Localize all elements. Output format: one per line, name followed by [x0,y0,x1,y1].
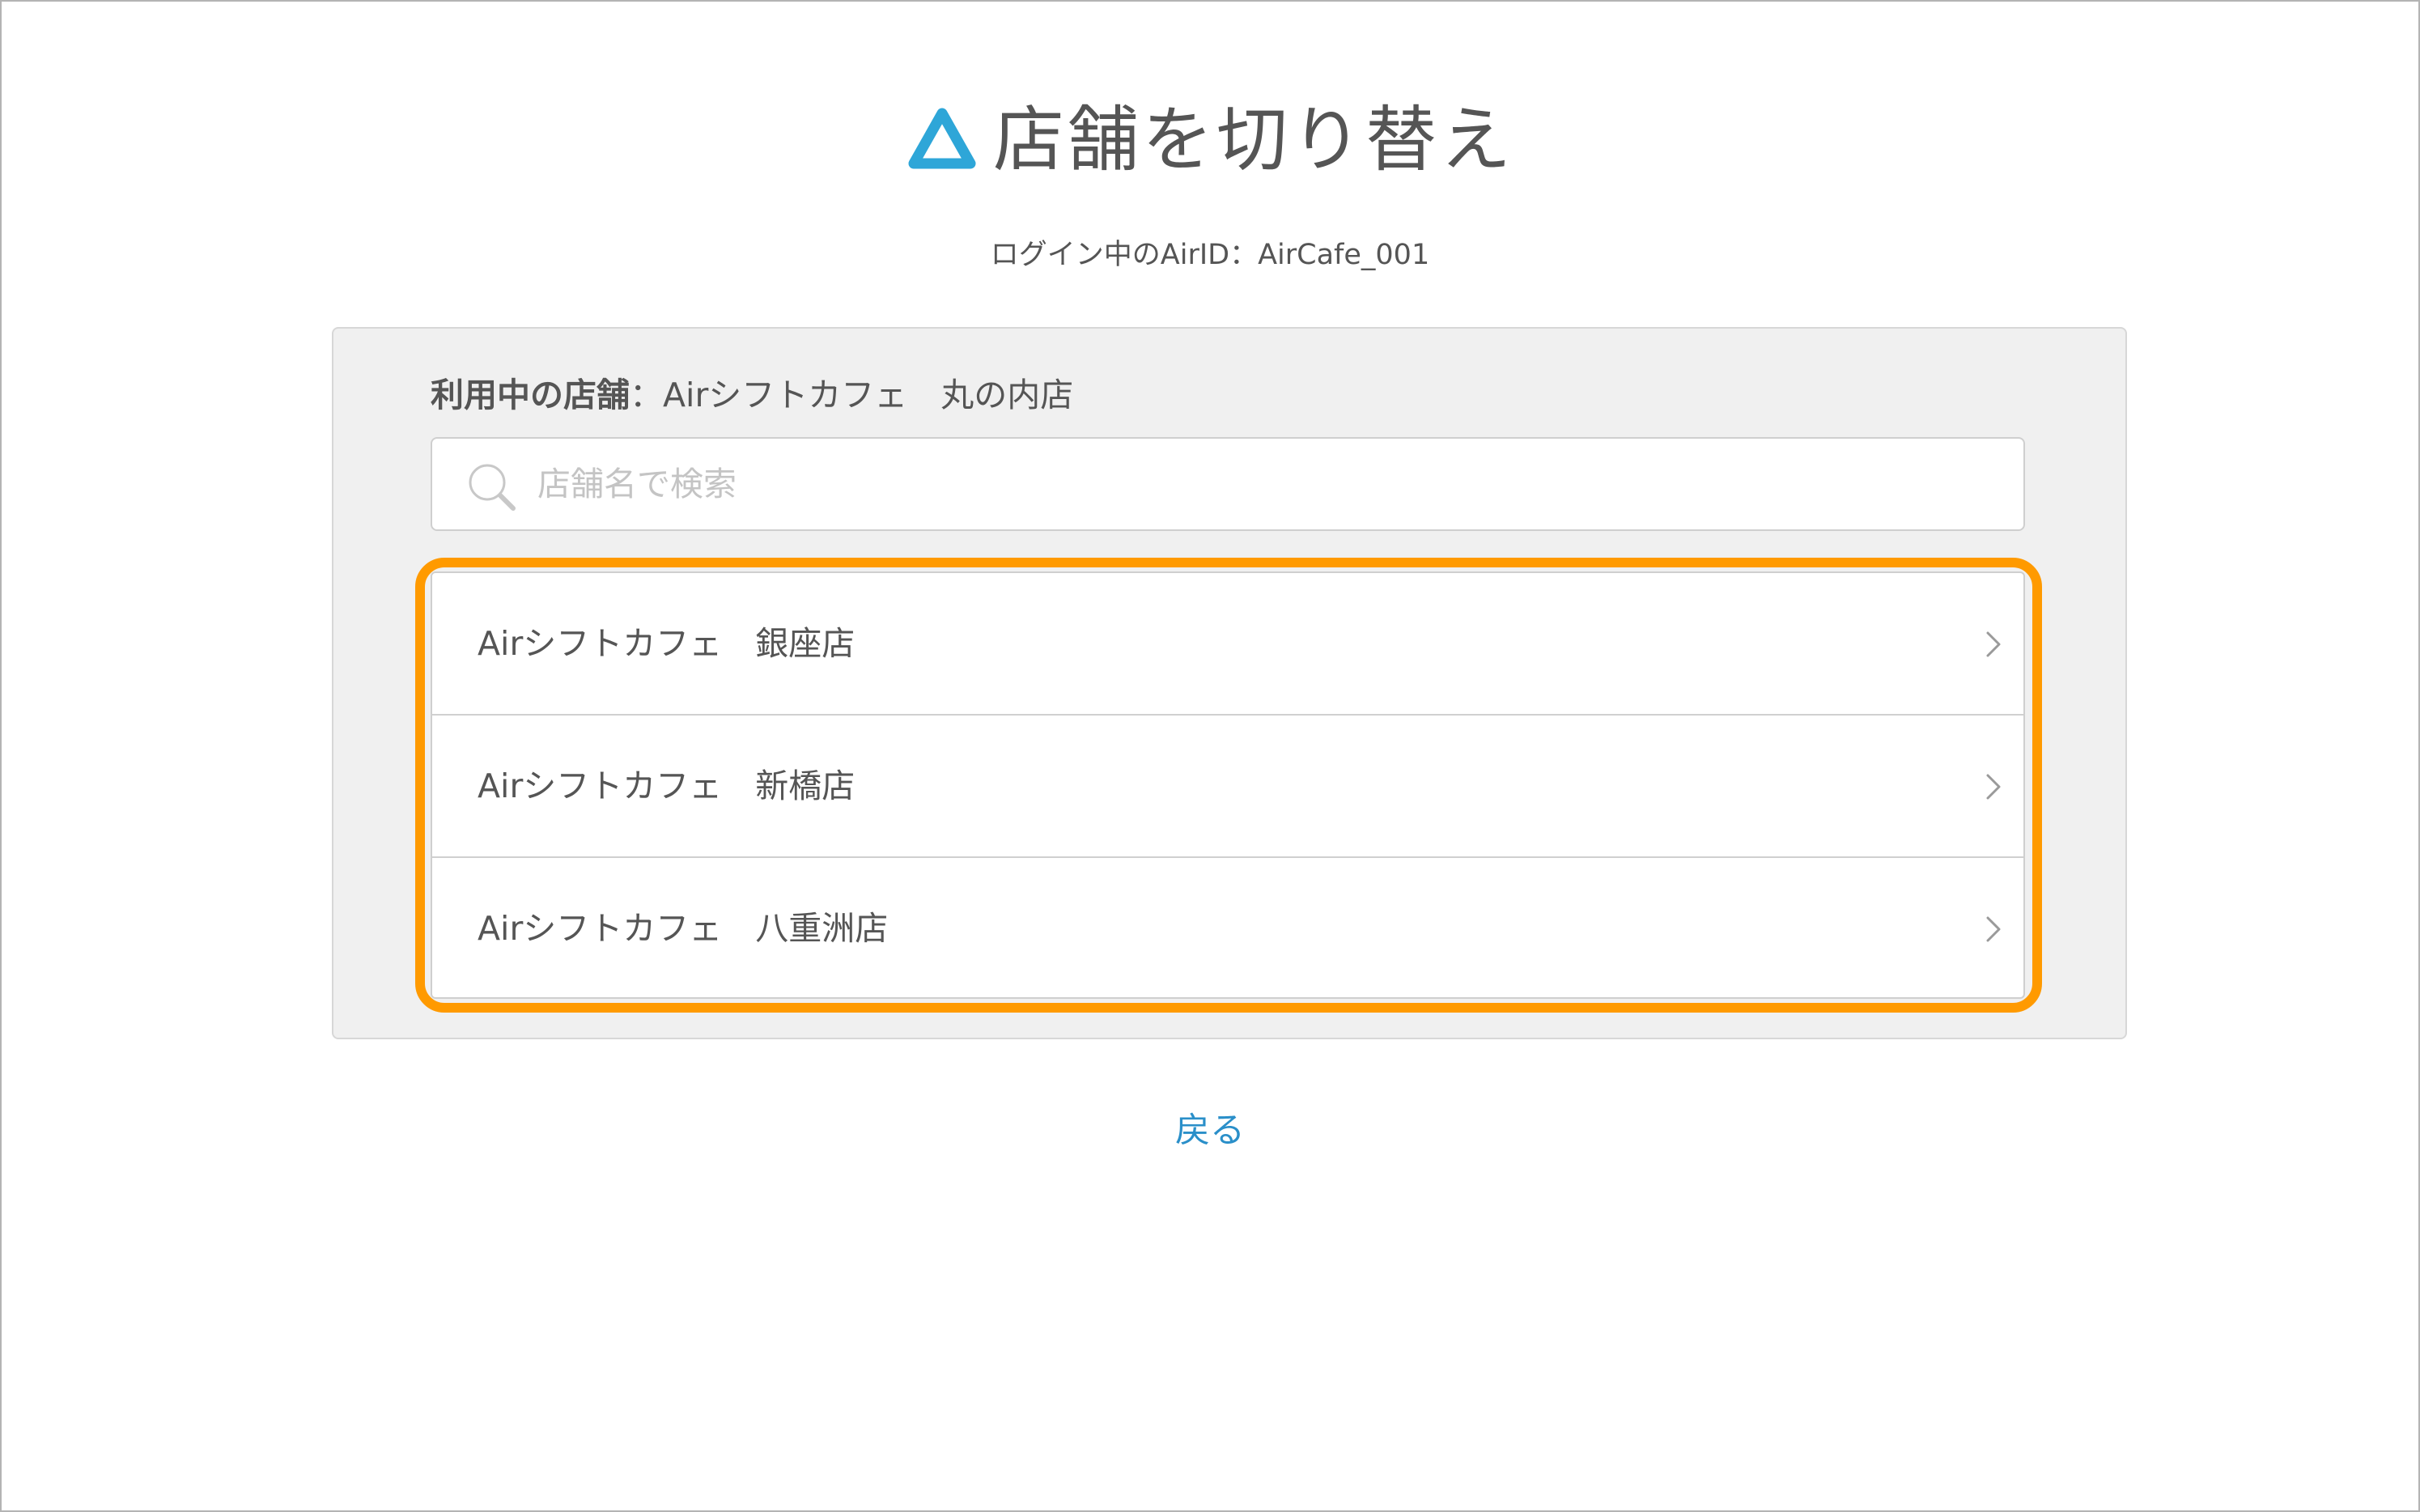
chevron-right-icon [1986,631,2001,657]
store-list: Airシフトカフェ 銀座店 Airシフトカフェ 新橋店 Airシフトカフェ 八重… [431,571,2025,999]
current-store-label: 利用中の店舗 [431,376,630,414]
store-item-label: Airシフトカフェ 新橋店 [478,767,855,805]
search-icon [469,464,516,511]
page-title: 店舗を切り替え [992,98,1514,181]
store-item-yaesu[interactable]: Airシフトカフェ 八重洲店 [432,858,2023,997]
store-item-ginza[interactable]: Airシフトカフェ 銀座店 [432,573,2023,716]
page-header: 店舗を切り替え [0,96,2420,185]
store-item-label: Airシフトカフェ 八重洲店 [478,909,889,948]
current-store-name: Airシフトカフェ 丸の内店 [663,376,1074,414]
store-search-box[interactable] [431,437,2025,531]
current-store: 利用中の店舗：Airシフトカフェ 丸の内店 [431,371,1073,419]
chevron-right-icon [1986,916,2001,942]
air-triangle-logo-icon [908,108,976,169]
store-item-shimbashi[interactable]: Airシフトカフェ 新橋店 [432,716,2023,858]
store-item-label: Airシフトカフェ 銀座店 [478,624,855,663]
current-store-separator: ： [630,376,663,414]
back-link[interactable]: 戻る [0,1102,2420,1159]
chevron-right-icon [1986,774,2001,800]
store-search-input[interactable] [537,455,1994,513]
store-switch-panel: 利用中の店舗：Airシフトカフェ 丸の内店 Airシフトカフェ 銀座店 Airシ… [332,327,2127,1039]
login-airid-info: ログイン中のAirID：AirCafe_001 [990,239,1430,271]
